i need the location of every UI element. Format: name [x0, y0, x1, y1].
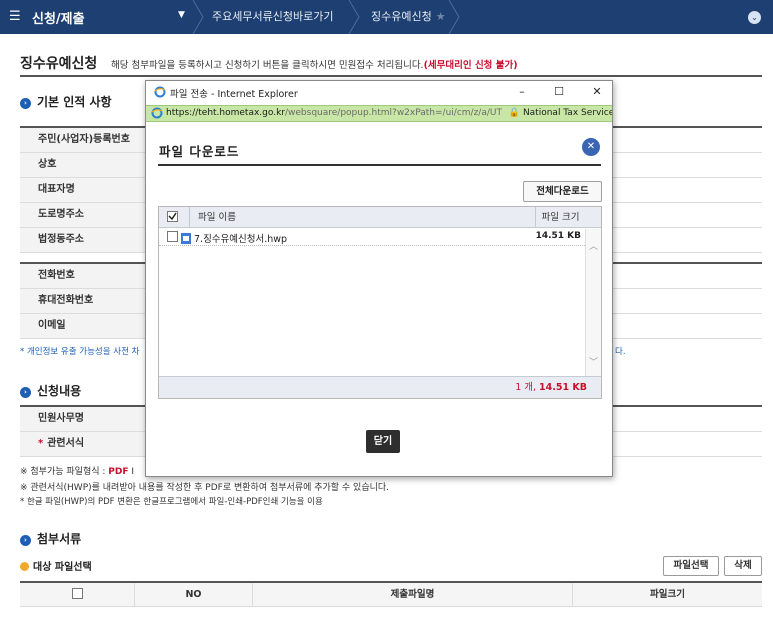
summary-total-size: 14.51 KB	[539, 382, 587, 393]
note-hwp-conversion: ※ 관련서식(HWP)를 내려받아 내용를 작성한 후 PDF로 변환하여 첨부…	[20, 483, 390, 493]
column-header-file-name: 파일 이름	[189, 207, 535, 228]
privacy-note: * 개인정보 유출 가능성을 사전 차	[20, 347, 140, 357]
address-certificate: National Tax Service [KR]	[522, 108, 612, 118]
file-list-header: 파일 이름 파일 크기	[159, 207, 601, 228]
column-header-no: NO	[135, 583, 253, 607]
scroll-down-icon[interactable]: ﹀	[589, 355, 598, 368]
close-window-icon[interactable]: ✕	[586, 84, 608, 100]
field-label: 주민(사업자)등록번호	[20, 128, 150, 152]
field-label: 민원사무명	[20, 407, 150, 431]
field-label: 이메일	[20, 314, 150, 338]
note-file-format-text: ※ 첨부가능 파일형식 :	[20, 467, 109, 477]
page-description-text: 해당 첨부파일을 등록하시고 신청하기 버튼을 클릭하시면 민원접수 처리됩니다…	[111, 60, 424, 71]
summary-count: 1 개,	[515, 382, 540, 393]
chevron-right-icon: ›	[20, 387, 31, 398]
column-header-filesize: 파일크기	[650, 589, 685, 600]
breadcrumb-separator-icon	[192, 0, 204, 34]
internet-explorer-icon	[151, 107, 163, 119]
address-host: https://teht.hometax.go.kr	[166, 108, 285, 118]
header-checkbox-cell	[20, 583, 135, 607]
file-list-summary: 1 개, 14.51 KB	[159, 376, 601, 398]
header-select-all-checkbox[interactable]	[167, 207, 178, 228]
file-list-grid: 파일 이름 파일 크기 7.징수유예신청서.hwp 14.51 KB ︿ ﹀ 1…	[158, 206, 602, 399]
note-file-format-tail: I	[131, 467, 135, 477]
page-description: 해당 첨부파일을 등록하시고 신청하기 버튼을 클릭하시면 민원접수 처리됩니다…	[111, 57, 518, 71]
page-description-warning: (세무대리인 신청 불가)	[423, 60, 518, 71]
file-transfer-popup-window: 파일 전송 - Internet Explorer – ☐ ✕ https://…	[145, 80, 613, 477]
chevron-down-icon[interactable]: ⌄	[748, 11, 761, 24]
page-title: 징수유예신청	[20, 56, 98, 72]
section-title-request-text: 신청내용	[37, 384, 82, 398]
minimize-icon[interactable]: –	[511, 84, 533, 100]
section-title-basic-info: › 기본 인적 사항	[20, 93, 112, 110]
column-header-file-size: 파일 크기	[535, 207, 585, 228]
internet-explorer-icon	[154, 86, 166, 98]
vertical-scrollbar[interactable]: ︿ ﹀	[585, 229, 601, 376]
file-name: 7.징수유예신청서.hwp	[194, 234, 288, 245]
menu-icon[interactable]: ☰	[9, 9, 21, 24]
field-label: 전화번호	[20, 264, 150, 288]
checkbox-icon	[167, 231, 178, 242]
top-nav-bar: ☰ 신청/제출 ▼ 주요세무서류신청바로가기 징수유예신청 ★ ⌄	[0, 0, 773, 34]
field-label: 도로명주소	[20, 203, 150, 227]
required-mark: *	[38, 438, 44, 449]
hwp-file-icon	[181, 233, 191, 244]
attachment-table-header: NO 제출파일명 파일크기	[20, 581, 762, 607]
field-label: 휴대전화번호	[20, 289, 150, 313]
lock-icon: 🔒	[508, 108, 521, 118]
delete-file-button[interactable]: 삭제	[724, 556, 762, 576]
section-title-basic-info-text: 기본 인적 사항	[37, 95, 112, 109]
column-header-filename: 제출파일명	[253, 583, 573, 607]
maximize-icon[interactable]: ☐	[548, 84, 570, 100]
breadcrumb-separator-icon	[348, 0, 360, 34]
chevron-right-icon: ›	[20, 98, 31, 109]
sub-title-target-file-text: 대상 파일선택	[33, 562, 92, 573]
privacy-note-end: 다.	[615, 347, 626, 357]
download-all-button[interactable]: 전체다운로드	[523, 181, 602, 202]
scroll-up-icon[interactable]: ︿	[589, 239, 598, 252]
popup-window-title: 파일 전송 - Internet Explorer	[170, 89, 298, 100]
file-list-row[interactable]: 7.징수유예신청서.hwp 14.51 KB	[159, 229, 585, 246]
file-name-cell[interactable]: 7.징수유예신청서.hwp	[181, 231, 287, 245]
breadcrumb-item-shortcut[interactable]: 주요세무서류신청바로가기	[212, 0, 333, 34]
nav-title[interactable]: 신청/제출	[32, 8, 85, 27]
nav-dropdown-caret-icon[interactable]: ▼	[178, 10, 185, 20]
section-title-attachments: › 첨부서류	[20, 530, 81, 547]
section-title-request: › 신청내용	[20, 382, 81, 399]
title-divider	[20, 75, 762, 77]
address-bar[interactable]: https://teht.hometax.go.kr/websquare/pop…	[146, 105, 612, 122]
popup-titlebar[interactable]: 파일 전송 - Internet Explorer – ☐ ✕	[146, 81, 612, 103]
close-circle-icon[interactable]: ✕	[582, 138, 600, 156]
select-all-checkbox[interactable]	[71, 588, 83, 599]
note-file-format: ※ 첨부가능 파일형식 : PDF I	[20, 464, 134, 477]
bullet-dot-icon	[20, 562, 29, 571]
field-label-text: 관련서식	[47, 438, 85, 449]
chevron-right-icon: ›	[20, 535, 31, 546]
file-size: 14.51 KB	[535, 231, 581, 241]
breadcrumb-item-current: 징수유예신청 ★	[371, 0, 446, 34]
field-label: 법정동주소	[20, 228, 150, 252]
field-label: 상호	[20, 153, 150, 177]
section-title-attachments-text: 첨부서류	[37, 532, 82, 546]
download-heading: 파일 다운로드	[159, 144, 240, 159]
field-label: 대표자명	[20, 178, 150, 202]
sub-title-target-file: 대상 파일선택	[20, 558, 92, 573]
checkbox-checked-icon	[167, 211, 178, 222]
select-file-button[interactable]: 파일선택	[663, 556, 719, 576]
field-label-related-form: * 관련서식	[20, 432, 150, 456]
note-hwp-pdf-print: * 한글 파일(HWP)의 PDF 변환은 한글프로그램에서 파일-인쇄-PDF…	[20, 497, 323, 507]
file-row-checkbox[interactable]	[167, 231, 178, 243]
note-pdf-label: PDF	[108, 467, 129, 477]
popup-close-button[interactable]: 닫기	[366, 430, 400, 453]
favorite-star-icon[interactable]: ★	[436, 10, 446, 23]
address-path: /websquare/popup.html?w2xPath=/ui/cm/z/a…	[285, 108, 502, 118]
breadcrumb-separator-icon	[448, 0, 460, 34]
breadcrumb-current-label: 징수유예신청	[371, 10, 432, 23]
download-heading-divider	[158, 164, 601, 166]
